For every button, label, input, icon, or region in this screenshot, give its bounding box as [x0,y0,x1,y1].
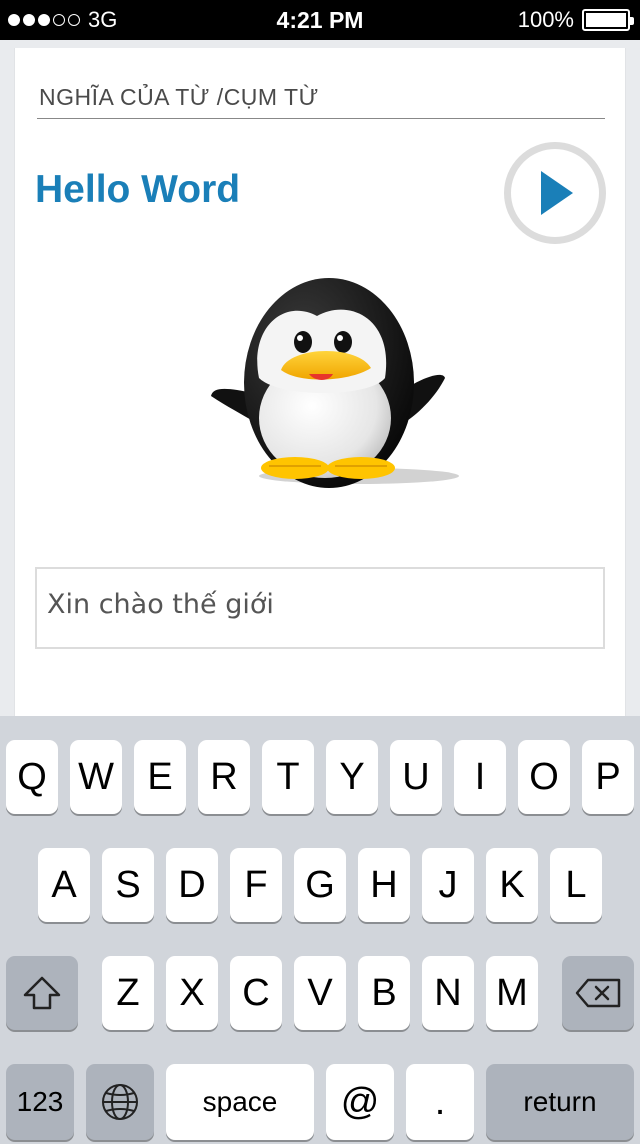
play-icon [541,171,573,215]
key-u[interactable]: U [390,740,442,814]
key-f[interactable]: F [230,848,282,922]
key-o[interactable]: O [518,740,570,814]
key-t[interactable]: T [262,740,314,814]
key-p[interactable]: P [582,740,634,814]
shift-icon [23,976,61,1010]
word-card: NGHĨA CỦA TỪ /CỤM TỪ Hello Word Xin chào… [14,48,626,716]
key-i[interactable]: I [454,740,506,814]
key-a[interactable]: A [38,848,90,922]
key-j[interactable]: J [422,848,474,922]
delete-icon [575,978,621,1008]
key-z[interactable]: Z [102,956,154,1030]
play-button[interactable] [504,142,606,244]
key-g[interactable]: G [294,848,346,922]
shift-key[interactable] [6,956,78,1030]
numbers-key[interactable]: 123 [6,1064,74,1140]
key-x[interactable]: X [166,956,218,1030]
key-n[interactable]: N [422,956,474,1030]
battery-area: 100% [517,0,634,40]
return-key[interactable]: return [486,1064,634,1140]
status-bar: 3G 4:21 PM 100% [0,0,640,40]
battery-icon [582,9,634,31]
section-label: NGHĨA CỦA TỪ /CỤM TỪ [39,84,319,110]
divider [37,118,605,119]
globe-icon [102,1084,138,1120]
key-h[interactable]: H [358,848,410,922]
key-q[interactable]: Q [6,740,58,814]
delete-key[interactable] [562,956,634,1030]
period-key[interactable]: . [406,1064,474,1140]
key-d[interactable]: D [166,848,218,922]
key-l[interactable]: L [550,848,602,922]
battery-percentage: 100% [517,7,574,32]
penguin-illustration [211,278,459,488]
space-key[interactable]: space [166,1064,314,1140]
at-key[interactable]: @ [326,1064,394,1140]
key-s[interactable]: S [102,848,154,922]
key-k[interactable]: K [486,848,538,922]
key-e[interactable]: E [134,740,186,814]
word-title: Hello Word [35,168,241,211]
key-y[interactable]: Y [326,740,378,814]
key-v[interactable]: V [294,956,346,1030]
key-b[interactable]: B [358,956,410,1030]
key-m[interactable]: M [486,956,538,1030]
key-c[interactable]: C [230,956,282,1030]
answer-field[interactable]: Xin chào thế giới [35,567,605,649]
globe-key[interactable] [86,1064,154,1140]
app-content: NGHĨA CỦA TỪ /CỤM TỪ Hello Word Xin chào… [0,40,640,716]
keyboard: Q W E R T Y U I O P A S D F G H J K L Z … [0,716,640,1144]
key-w[interactable]: W [70,740,122,814]
key-r[interactable]: R [198,740,250,814]
